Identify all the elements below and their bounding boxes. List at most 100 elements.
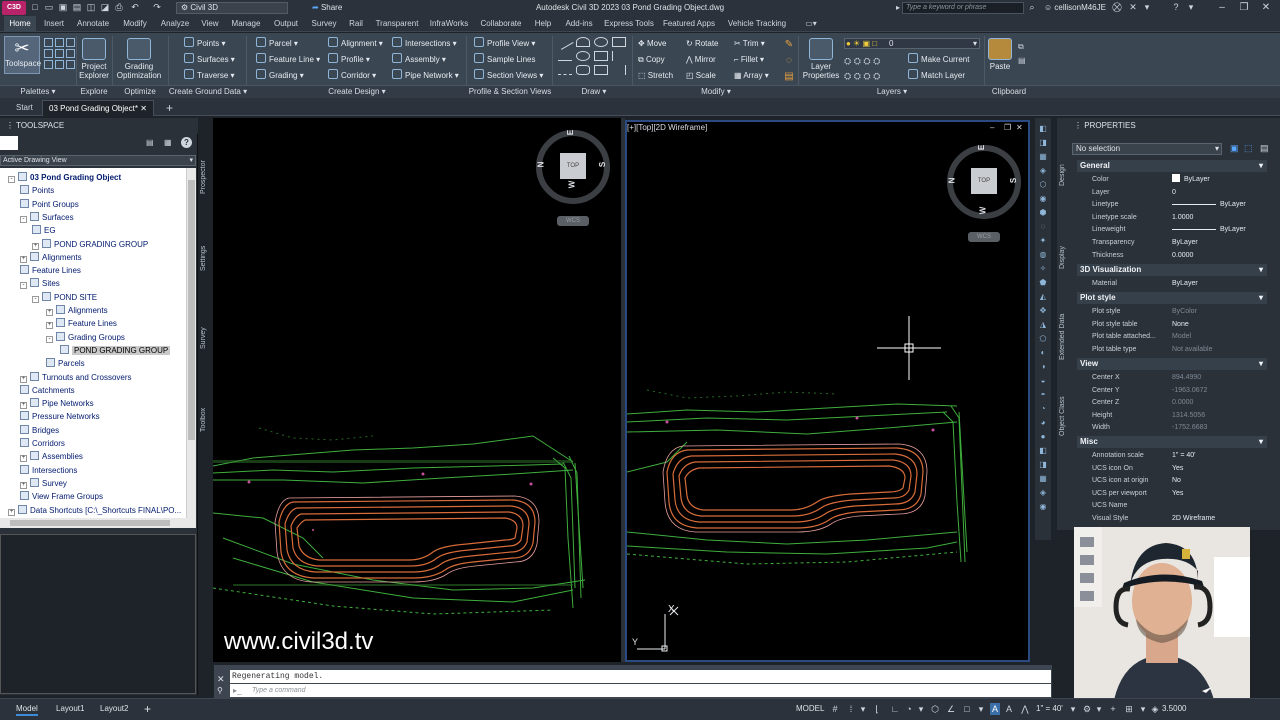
tab-survey[interactable]: Survey — [306, 16, 342, 32]
property-value[interactable]: ByColor — [1172, 305, 1197, 318]
share-button[interactable]: ➦ Share — [312, 2, 342, 14]
tab-insert[interactable]: Insert — [38, 16, 70, 32]
tab-model[interactable]: Model — [16, 702, 38, 716]
property-value[interactable]: 0.0000 — [1172, 249, 1193, 262]
props-tab-design[interactable]: Design — [1059, 160, 1069, 190]
polar-icon[interactable]: ◔ — [904, 703, 914, 715]
stretch-button[interactable]: ⬚ Stretch — [638, 69, 673, 83]
tab-manage[interactable]: Manage — [226, 16, 266, 32]
status-value[interactable]: 3.5000 — [1162, 702, 1186, 716]
edit-tools[interactable]: ✎ ◌ ▤ — [782, 37, 796, 82]
units-dropdown-icon[interactable]: ▾ — [1138, 703, 1148, 715]
annotation-monitor-icon[interactable]: + — [1108, 703, 1118, 715]
section-views-button[interactable]: Section Views ▾ — [474, 69, 543, 83]
property-value[interactable]: 0 — [1172, 186, 1176, 199]
model-space-toggle[interactable]: MODEL — [796, 702, 824, 716]
parcel-button[interactable]: Parcel ▾ — [256, 37, 298, 51]
tree-item[interactable]: Corridors — [20, 437, 65, 450]
layer-properties-button[interactable]: Layer Properties — [802, 38, 840, 80]
property-value[interactable]: ByLayer — [1172, 198, 1246, 211]
grid-icon[interactable]: # — [830, 703, 840, 715]
tree-item[interactable]: Bridges — [20, 424, 59, 437]
property-value[interactable]: 894.4990 — [1172, 371, 1201, 384]
tree-item[interactable]: POND GRADING GROUP — [60, 344, 171, 357]
panel-create-design[interactable]: Create Design ▾ — [250, 85, 464, 98]
tab-layout1[interactable]: Layout1 — [56, 702, 84, 716]
grading-optimization-button[interactable]: Grading Optimization — [114, 38, 164, 80]
paste-button[interactable]: Paste — [986, 38, 1014, 71]
collapse-icon[interactable]: - — [8, 176, 15, 183]
property-value[interactable]: 1314.5056 — [1172, 409, 1205, 422]
expand-icon[interactable]: + — [46, 322, 53, 330]
property-value[interactable]: ByLayer — [1172, 173, 1210, 186]
dropdown-icon[interactable]: ▾ — [1142, 2, 1152, 13]
tree-item[interactable]: + Feature Lines — [46, 317, 117, 330]
tab-express-tools[interactable]: Express Tools — [602, 16, 656, 32]
save-web-icon[interactable]: ◪ — [100, 2, 110, 13]
tree-item[interactable]: EG — [32, 224, 56, 237]
tab-infraworks[interactable]: InfraWorks — [426, 16, 472, 32]
help-icon[interactable]: ? — [181, 137, 192, 148]
props-tab-object-class[interactable]: Object Class — [1059, 392, 1069, 440]
infer-icon[interactable]: ⌊ — [872, 703, 882, 715]
expand-icon[interactable]: + — [20, 375, 27, 383]
tab-drawing[interactable]: 03 Pond Grading Object* ✕ — [42, 100, 154, 116]
section-header[interactable]: General ▾ — [1077, 160, 1267, 172]
section-header[interactable]: View ▾ — [1077, 358, 1267, 370]
undo-icon[interactable]: ↶ — [130, 2, 140, 13]
new-file-icon[interactable]: □ — [30, 2, 40, 13]
view-dropdown[interactable]: Active Drawing View ▾ — [0, 155, 196, 166]
annotation-visibility-icon[interactable]: A — [990, 703, 1000, 715]
collapse-icon[interactable]: - — [20, 215, 27, 223]
scale-button[interactable]: ◰ Scale — [686, 69, 716, 83]
expand-icon[interactable]: + — [46, 309, 53, 316]
palette-buttons[interactable] — [44, 38, 75, 74]
tree-item[interactable]: + Assemblies — [20, 450, 83, 463]
expand-icon[interactable]: + — [20, 481, 27, 489]
elevation-icon[interactable]: ◈ — [1150, 703, 1160, 715]
wcs-menu-left[interactable]: WCS — [557, 216, 589, 226]
snap-icon[interactable]: ⁞ — [846, 703, 856, 715]
panel-palettes[interactable]: Palettes ▾ — [2, 85, 74, 98]
help-icon[interactable]: ? — [1170, 2, 1182, 13]
tab-modify[interactable]: Modify — [116, 16, 154, 32]
tree-item[interactable]: + Turnouts and Crossovers — [20, 371, 132, 384]
workspace-dropdown-icon[interactable]: ▾ — [1094, 703, 1104, 715]
selection-dropdown[interactable]: No selection ▾ — [1072, 143, 1222, 155]
pipe-network-button[interactable]: Pipe Network ▾ — [392, 69, 459, 83]
tab-analyze[interactable]: Analyze — [156, 16, 194, 32]
property-value[interactable]: None — [1172, 318, 1189, 331]
expand-icon[interactable]: + — [20, 255, 27, 263]
search-input[interactable]: Type a keyword or phrase — [902, 2, 1024, 14]
tab-output[interactable]: Output — [268, 16, 304, 32]
command-input[interactable]: Type a command — [230, 684, 1051, 697]
tree-item[interactable]: View Frame Groups — [20, 490, 103, 503]
ribbon-toggle-icon[interactable]: ▭▾ — [802, 16, 820, 32]
section-header[interactable]: Plot style ▾ — [1077, 292, 1267, 304]
tree-item[interactable]: Parcels — [46, 357, 85, 370]
match-layer-button[interactable]: Match Layer — [908, 69, 965, 83]
property-value[interactable]: 1" = 40' — [1172, 449, 1195, 462]
intersections-button[interactable]: Intersections ▾ — [392, 37, 457, 51]
tab-featured-apps[interactable]: Featured Apps — [658, 16, 720, 32]
new-tab-icon[interactable]: + — [160, 100, 179, 116]
copy-button[interactable]: ⧉ Copy — [638, 53, 665, 67]
mirror-button[interactable]: ⋀ Mirror — [686, 53, 716, 67]
tool-strip-icons[interactable]: ◧ ◨ ▦ ◈ ⬡ ◉ ⬢ ◌ ✦ ◍ ✧ ⬟ ◭ ✥ ◮ ⬠ ◐ ◑ ◒ ◓ ◔ ◕ ● ◧ ◨ ▦ ◈ ◉ — [1035, 118, 1051, 514]
property-value[interactable]: ByLayer — [1172, 223, 1246, 236]
viewport-controls-label[interactable]: [+][Top][2D Wireframe] — [627, 123, 707, 132]
traverse-button[interactable]: Traverse ▾ — [184, 69, 235, 83]
toolspace-icon-2[interactable]: ▦ — [164, 138, 174, 148]
expand-icon[interactable]: + — [8, 508, 15, 516]
auto-scale-icon[interactable]: A — [1004, 703, 1014, 715]
tab-help[interactable]: Help — [530, 16, 556, 32]
select-objects-icon[interactable]: ⬚ — [1244, 143, 1253, 154]
toggle-pickadd-icon[interactable]: ▣ — [1230, 143, 1239, 154]
panel-create-ground-data[interactable]: Create Ground Data ▾ — [168, 85, 248, 98]
help-dropdown-icon[interactable]: ▾ — [1186, 2, 1196, 13]
make-current-button[interactable]: Make Current — [908, 53, 969, 67]
property-value[interactable]: Yes — [1172, 487, 1183, 500]
restore-icon[interactable]: ❐ — [1234, 1, 1254, 15]
trim-button[interactable]: ✂ Trim ▾ — [734, 37, 765, 51]
property-value[interactable]: 1.0000 — [1172, 211, 1193, 224]
